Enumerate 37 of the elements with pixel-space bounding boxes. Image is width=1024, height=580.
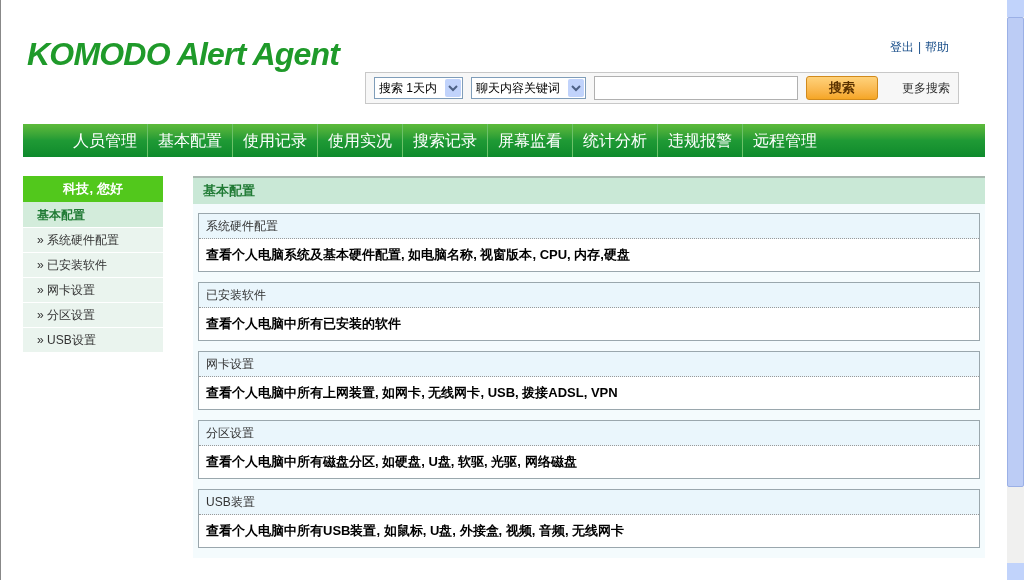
logout-link[interactable]: 登出: [889, 38, 914, 56]
card-description: 查看个人电脑中所有已安装的软件: [199, 308, 979, 340]
scrollbar[interactable]: [1007, 0, 1024, 580]
help-link[interactable]: 帮助: [925, 38, 949, 56]
nav-tab[interactable]: 使用实况: [317, 124, 402, 157]
card-description: 查看个人电脑中所有磁盘分区, 如硬盘, U盘, 软驱, 光驱, 网络磁盘: [199, 446, 979, 478]
logo: KOMODO Alert Agent: [27, 35, 340, 74]
panel-title: 基本配置: [193, 176, 985, 204]
card-title: 网卡设置: [199, 352, 979, 377]
sidebar-item[interactable]: » USB设置: [23, 327, 163, 352]
nav-tab[interactable]: 统计分析: [572, 124, 657, 157]
sidebar-item[interactable]: » 系统硬件配置: [23, 227, 163, 252]
card-title: 系统硬件配置: [199, 214, 979, 239]
sidebar-item[interactable]: » 分区设置: [23, 302, 163, 327]
greeting-header: 科技, 您好: [23, 176, 163, 202]
dropdown[interactable]: 聊天内容关键词: [471, 77, 586, 99]
sidebar-section: 基本配置: [23, 202, 163, 227]
card-title: 分区设置: [199, 421, 979, 446]
sidebar-item[interactable]: » 网卡设置: [23, 277, 163, 302]
sidebar-item[interactable]: » 已安装软件: [23, 252, 163, 277]
card-description: 查看个人电脑系统及基本硬件配置, 如电脑名称, 视窗版本, CPU, 内存,硬盘: [199, 239, 979, 271]
search-field[interactable]: [594, 76, 798, 100]
more-search-link[interactable]: 更多搜索: [902, 79, 950, 97]
dropdown[interactable]: 搜索 1天内: [374, 77, 463, 99]
search-button[interactable]: 搜索: [806, 76, 878, 100]
card-description: 查看个人电脑中所有上网装置, 如网卡, 无线网卡, USB, 拨接ADSL, VPN: [199, 377, 979, 409]
card-title: 已安装软件: [199, 283, 979, 308]
nav-tab[interactable]: 远程管理: [742, 124, 827, 157]
nav-tab[interactable]: 使用记录: [232, 124, 317, 157]
link-separator: |: [917, 39, 921, 56]
nav-tab[interactable]: 人员管理: [63, 124, 147, 157]
card-description: 查看个人电脑中所有USB装置, 如鼠标, U盘, 外接盒, 视频, 音频, 无线网卡: [199, 515, 979, 547]
nav-tab[interactable]: 屏幕监看: [487, 124, 572, 157]
nav-tab[interactable]: 基本配置: [147, 124, 232, 157]
card-title: USB装置: [199, 490, 979, 515]
nav-tab[interactable]: 违规报警: [657, 124, 742, 157]
nav-tab[interactable]: 搜索记录: [402, 124, 487, 157]
